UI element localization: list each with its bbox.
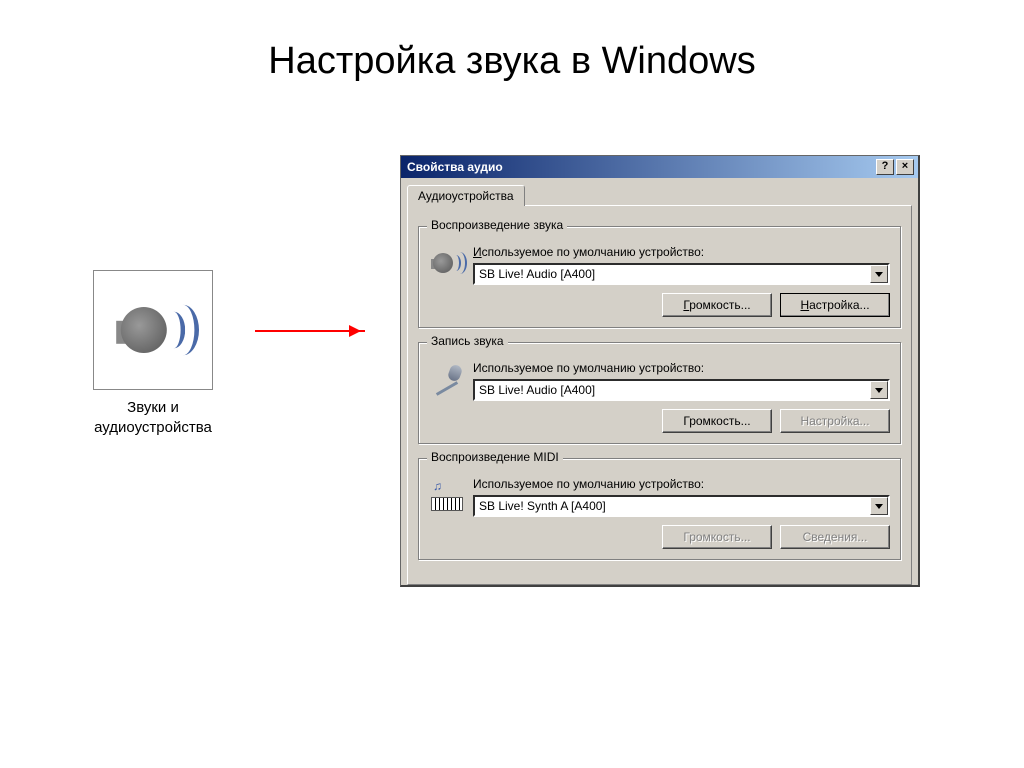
titlebar[interactable]: Свойства аудио ? ×	[401, 156, 918, 178]
playback-settings-button[interactable]: Настройка...	[780, 293, 890, 317]
group-playback-title: Воспроизведение звука	[427, 218, 567, 232]
slide-title: Настройка звука в Windows	[0, 0, 1024, 83]
audio-properties-window: Свойства аудио ? × Аудиоустройства Воспр…	[400, 155, 920, 587]
desktop-icon-label: Звуки и аудиоустройства	[88, 398, 218, 437]
arrow-icon	[255, 330, 365, 332]
window-title: Свойства аудио	[405, 160, 874, 174]
recording-volume-button[interactable]: Громкость...	[662, 409, 772, 433]
recording-settings-button: Настройка...	[780, 409, 890, 433]
recording-device-combobox[interactable]: SB Live! Audio [A400]	[473, 379, 890, 401]
microphone-icon	[429, 361, 465, 397]
playback-device-label: Используемое по умолчанию устройство:	[473, 245, 890, 259]
playback-device-value: SB Live! Audio [A400]	[475, 265, 870, 283]
chevron-down-icon[interactable]	[870, 265, 888, 283]
midi-info-button: Сведения...	[780, 525, 890, 549]
midi-volume-button: Громкость...	[662, 525, 772, 549]
midi-icon: ♫	[429, 477, 465, 513]
close-button[interactable]: ×	[896, 159, 914, 175]
midi-device-label: Используемое по умолчанию устройство:	[473, 477, 890, 491]
recording-device-label: Используемое по умолчанию устройство:	[473, 361, 890, 375]
playback-volume-button[interactable]: Громкость...	[662, 293, 772, 317]
group-playback: Воспроизведение звука Используемое по ум…	[418, 226, 901, 328]
group-recording: Запись звука Используемое по умолчанию у…	[418, 342, 901, 444]
help-button[interactable]: ?	[876, 159, 894, 175]
group-recording-title: Запись звука	[427, 334, 508, 348]
chevron-down-icon[interactable]	[870, 381, 888, 399]
speaker-icon	[93, 270, 213, 390]
midi-device-combobox[interactable]: SB Live! Synth A [A400]	[473, 495, 890, 517]
group-midi-title: Воспроизведение MIDI	[427, 450, 563, 464]
group-midi: Воспроизведение MIDI ♫ Используемое по у…	[418, 458, 901, 560]
playback-device-combobox[interactable]: SB Live! Audio [A400]	[473, 263, 890, 285]
midi-device-value: SB Live! Synth A [A400]	[475, 497, 870, 515]
tab-audio-devices[interactable]: Аудиоустройства	[407, 185, 525, 206]
recording-device-value: SB Live! Audio [A400]	[475, 381, 870, 399]
desktop-icon-sounds[interactable]: Звуки и аудиоустройства	[88, 270, 218, 437]
speaker-icon	[429, 245, 465, 281]
chevron-down-icon[interactable]	[870, 497, 888, 515]
